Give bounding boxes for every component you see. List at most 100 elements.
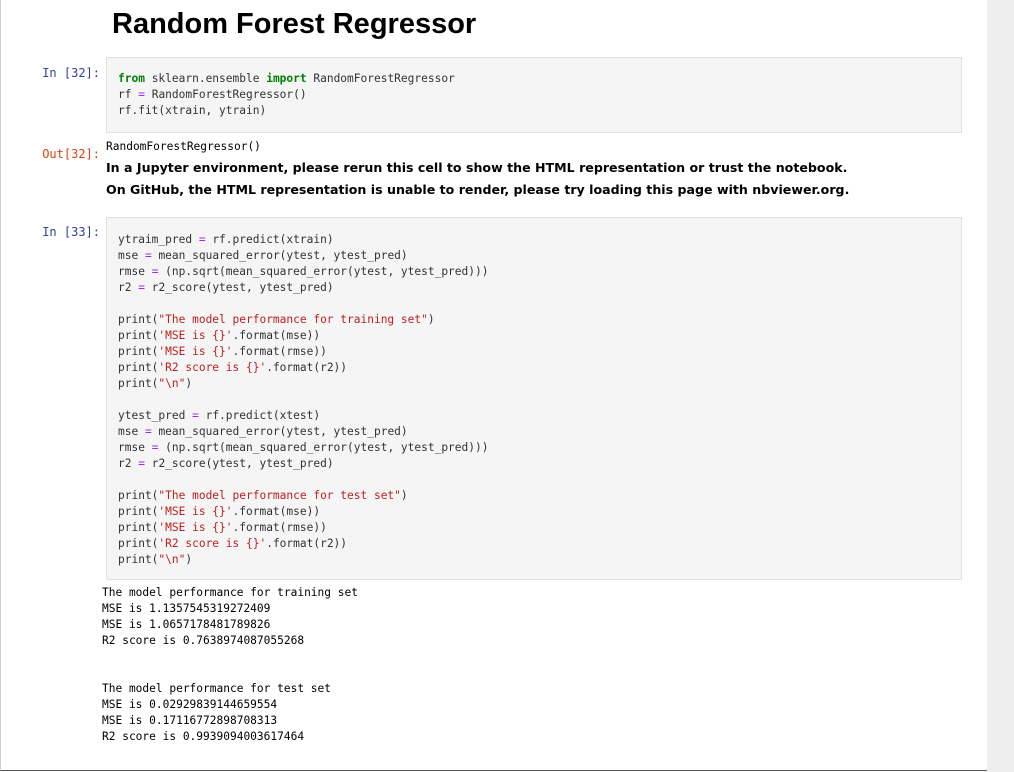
code-string: "The model performance for test set": [158, 489, 401, 502]
cell-32-code-editor[interactable]: from sklearn.ensemble import RandomFores…: [106, 57, 962, 133]
code-token: rf.fit(xtrain, ytrain): [118, 104, 267, 117]
code-operator: =: [138, 88, 145, 101]
code-token: rf.predict(xtest): [198, 409, 321, 422]
code-token: print(: [118, 377, 159, 390]
code-string: "\n": [158, 377, 186, 390]
code-string: "\n": [158, 553, 186, 566]
code-token: print(: [118, 329, 159, 342]
code-token: .format(mse)): [232, 505, 321, 518]
code-string: 'MSE is {}': [158, 345, 233, 358]
code-operator: =: [144, 249, 152, 262]
cell-32-output-message-2: On GitHub, the HTML representation is un…: [106, 182, 850, 197]
code-token: print(: [118, 345, 159, 358]
cell-33-in-prompt: In [33]:: [42, 225, 100, 239]
code-line: ytraim_pred = rf.predict(xtrain): [118, 233, 334, 246]
code-token: rmse: [118, 441, 152, 454]
code-line: r2 = r2_score(ytest, ytest_pred): [118, 457, 334, 470]
code-line: rmse = (np.sqrt(mean_squared_error(ytest…: [118, 265, 488, 278]
code-operator: =: [138, 457, 145, 470]
code-token: ): [185, 553, 193, 566]
code-line: print('MSE is {}'.format(mse)): [118, 329, 320, 342]
stream-output-line: MSE is 0.02929839144659554: [102, 698, 278, 711]
scrollbar-track[interactable]: [987, 0, 1014, 772]
code-operator: =: [192, 409, 199, 422]
code-line: print('R2 score is {}'.format(r2)): [118, 361, 347, 374]
cell-32-output-message-1: In a Jupyter environment, please rerun t…: [106, 160, 848, 175]
code-token: print(: [118, 313, 159, 326]
cell-32-out-prompt: Out[32]:: [42, 147, 100, 161]
code-string: "The model performance for training set": [158, 313, 428, 326]
code-line: print('MSE is {}'.format(mse)): [118, 505, 320, 518]
code-line: mse = mean_squared_error(ytest, ytest_pr…: [118, 249, 408, 262]
code-line: print('R2 score is {}'.format(r2)): [118, 537, 347, 550]
code-line: from sklearn.ensemble import RandomFores…: [118, 72, 455, 85]
code-operator: =: [138, 281, 145, 294]
code-line: print('MSE is {}'.format(rmse)): [118, 521, 327, 534]
code-token: .format(r2)): [266, 537, 348, 550]
stream-output-line: R2 score is 0.9939094003617464: [102, 730, 305, 743]
code-line: print("\n"): [118, 553, 192, 566]
code-token: .format(rmse)): [232, 521, 327, 534]
stream-output-line: MSE is 0.17116772898708313: [102, 714, 278, 727]
code-token: print(: [118, 361, 159, 374]
code-token: (np.sqrt(mean_squared_error(ytest, ytest…: [158, 441, 489, 454]
code-token: r2: [118, 457, 139, 470]
code-line: rf.fit(xtrain, ytrain): [118, 104, 266, 117]
code-token: (np.sqrt(mean_squared_error(ytest, ytest…: [158, 265, 489, 278]
code-keyword: import: [266, 72, 307, 85]
code-token: RandomForestRegressor: [306, 72, 455, 85]
code-line: print("The model performance for test se…: [118, 489, 408, 502]
code-string: 'MSE is {}': [158, 505, 233, 518]
code-string: 'R2 score is {}': [158, 361, 267, 374]
code-token: .format(rmse)): [232, 345, 327, 358]
code-token: r2_score(ytest, ytest_pred): [144, 457, 334, 470]
code-token: print(: [118, 489, 159, 502]
stream-output-line: MSE is 1.0657178481789826: [102, 618, 271, 631]
cell-32-in-prompt: In [32]:: [42, 66, 100, 80]
code-line: print("\n"): [118, 377, 192, 390]
code-token: print(: [118, 505, 159, 518]
code-token: r2: [118, 281, 139, 294]
stream-output-line: The model performance for test set: [102, 682, 332, 695]
code-operator: =: [198, 233, 206, 246]
section-heading: Random Forest Regressor: [112, 8, 477, 40]
code-token: ytraim_pred: [118, 233, 199, 246]
cell-32-output-repr: RandomForestRegressor(): [106, 140, 261, 153]
cell-33-stream-output: The model performance for training set M…: [102, 585, 358, 745]
stream-output-line: The model performance for training set: [102, 586, 358, 599]
stream-output-line: MSE is 1.1357545319272409: [102, 602, 271, 615]
code-token: ): [400, 489, 408, 502]
code-token: .format(r2)): [266, 361, 348, 374]
cell-32-code: from sklearn.ensemble import RandomFores…: [118, 71, 455, 119]
code-token: rf.predict(xtrain): [205, 233, 334, 246]
code-string: 'MSE is {}': [158, 521, 233, 534]
code-token: .format(mse)): [232, 329, 321, 342]
code-token: sklearn.ensemble: [144, 72, 267, 85]
code-string: 'R2 score is {}': [158, 537, 267, 550]
code-token: rmse: [118, 265, 152, 278]
code-operator: =: [144, 425, 152, 438]
code-line: mse = mean_squared_error(ytest, ytest_pr…: [118, 425, 408, 438]
code-keyword: from: [118, 72, 145, 85]
code-token: rf: [118, 88, 139, 101]
code-token: r2_score(ytest, ytest_pred): [144, 281, 334, 294]
code-token: print(: [118, 537, 159, 550]
code-string: 'MSE is {}': [158, 329, 233, 342]
code-token: ytest_pred: [118, 409, 193, 422]
code-token: RandomForestRegressor(): [144, 88, 307, 101]
stream-output-line: R2 score is 0.7638974087055268: [102, 634, 305, 647]
code-line: print('MSE is {}'.format(rmse)): [118, 345, 327, 358]
code-token: ): [427, 313, 435, 326]
code-line: ytest_pred = rf.predict(xtest): [118, 409, 320, 422]
code-token: mean_squared_error(ytest, ytest_pred): [151, 425, 408, 438]
code-token: mse: [118, 425, 145, 438]
code-line: rmse = (np.sqrt(mean_squared_error(ytest…: [118, 441, 488, 454]
cell-33-code-editor[interactable]: ytraim_pred = rf.predict(xtrain) mse = m…: [106, 217, 962, 580]
code-token: ): [185, 377, 193, 390]
code-token: print(: [118, 521, 159, 534]
code-token: print(: [118, 553, 159, 566]
code-token: mse: [118, 249, 145, 262]
cell-33-code: ytraim_pred = rf.predict(xtrain) mse = m…: [118, 232, 488, 568]
code-line: r2 = r2_score(ytest, ytest_pred): [118, 281, 334, 294]
code-line: print("The model performance for trainin…: [118, 313, 435, 326]
